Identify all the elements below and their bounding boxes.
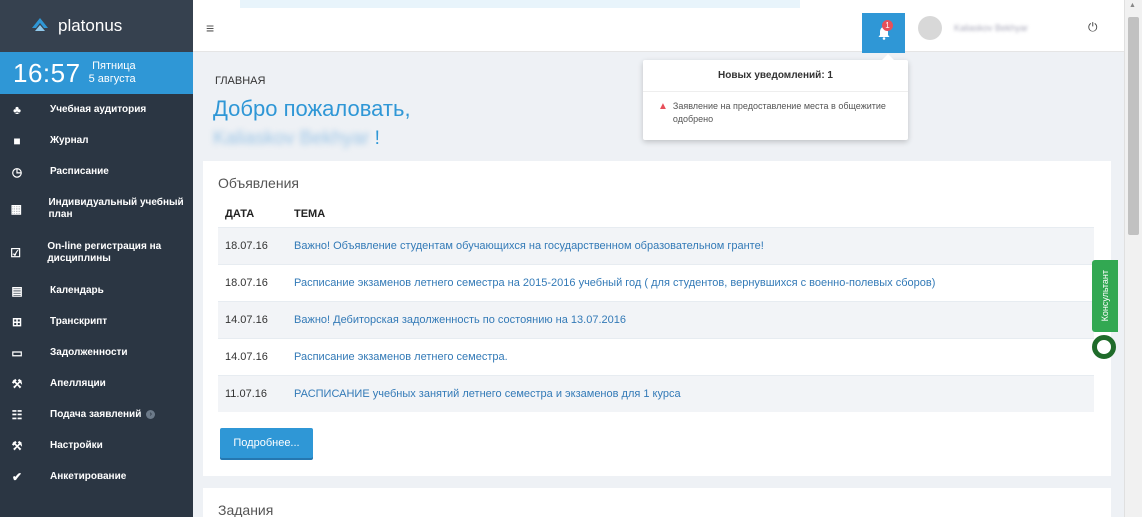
search-icon bbox=[1092, 335, 1116, 359]
dropdown-caret bbox=[882, 54, 894, 60]
gavel-icon: ⚒ bbox=[11, 376, 23, 391]
sidebar-item-label: Журнал bbox=[50, 134, 89, 146]
sidebar-item-individual-plan[interactable]: ▦ Индивидуальный учебный план bbox=[0, 187, 193, 231]
table-row: 18.07.16 Важно! Объявление студентам обу… bbox=[218, 226, 1094, 264]
sidebar-item-label: Анкетирование bbox=[50, 470, 127, 482]
checkbox-icon: ☑ bbox=[10, 246, 22, 260]
notification-text: Заявление на предоставление места в обще… bbox=[672, 101, 886, 124]
clock-time: 16:57 bbox=[13, 57, 81, 88]
table-icon: ⊞ bbox=[11, 314, 23, 329]
table-row: 18.07.16 Расписание экзаменов летнего се… bbox=[218, 263, 1094, 301]
sidebar-item-transcript[interactable]: ⊞ Транскрипт bbox=[0, 306, 193, 337]
row-date: 14.07.16 bbox=[218, 300, 287, 338]
sidebar-item-debts[interactable]: ▭ Задолженности bbox=[0, 337, 193, 368]
grid-icon: ▦ bbox=[10, 202, 22, 216]
announcements-panel: Объявления ДАТА ТЕМА 18.07.16 Важно! Объ… bbox=[203, 161, 1111, 476]
top-highlight bbox=[240, 0, 800, 8]
avatar bbox=[918, 16, 942, 40]
users-icon: ♣ bbox=[13, 102, 21, 117]
page-scrollbar[interactable]: ▲ bbox=[1124, 0, 1142, 517]
logout-icon[interactable]: ⏻ bbox=[1088, 20, 1098, 35]
tasks-title: Задания bbox=[218, 502, 274, 517]
user-name: Kaliaskov Bekhyar bbox=[954, 23, 1029, 33]
sidebar-item-label: Транскрипт bbox=[50, 315, 108, 327]
page-title: Добро пожаловать, bbox=[213, 96, 411, 121]
sidebar-item-calendar[interactable]: ▤ Календарь bbox=[0, 275, 193, 306]
row-date: 18.07.16 bbox=[218, 226, 287, 264]
sidebar-item-label: Индивидуальный учебный план bbox=[48, 197, 184, 220]
check-circle-icon: ✔ bbox=[11, 469, 23, 484]
scroll-thumb[interactable] bbox=[1128, 17, 1139, 235]
notifications-dropdown: Новых уведомлений: 1 ▲ Заявление на пред… bbox=[643, 54, 908, 140]
breadcrumb: ГЛАВНАЯ bbox=[215, 75, 266, 87]
row-date: 11.07.16 bbox=[218, 374, 287, 412]
sidebar-item-online-registration[interactable]: ☑ On-line регистрация на дисциплины bbox=[0, 231, 193, 275]
more-button[interactable]: Подробнее... bbox=[220, 428, 313, 458]
consultant-label: Консультант bbox=[1100, 270, 1110, 322]
sidebar-item-survey[interactable]: ✔ Анкетирование bbox=[0, 461, 193, 492]
tasks-panel: Задания bbox=[203, 488, 1111, 517]
welcome-user-name: Kaliaskov Bekhyar bbox=[213, 128, 370, 149]
table-row: 14.07.16 Важно! Дебиторская задолженност… bbox=[218, 300, 1094, 338]
consultant-tab[interactable]: Консультант bbox=[1092, 260, 1118, 332]
sidebar-nav: ♣ Учебная аудитория ■ Журнал ◷ Расписани… bbox=[0, 94, 193, 492]
book-icon: ■ bbox=[13, 133, 21, 148]
warning-icon: ▲ bbox=[658, 101, 668, 112]
wrench-icon: ⚒ bbox=[11, 438, 23, 453]
notifications-header: Новых уведомлений: 1 bbox=[643, 60, 908, 92]
sidebar-item-label: Расписание bbox=[50, 165, 109, 177]
sidebar-item-label: Календарь bbox=[50, 284, 104, 296]
user-menu[interactable]: Kaliaskov Bekhyar bbox=[918, 16, 1098, 40]
welcome-user: Kaliaskov Bekhyar ! bbox=[213, 128, 380, 150]
sidebar-item-appeals[interactable]: ⚒ Апелляции bbox=[0, 368, 193, 399]
table-row: 11.07.16 РАСПИСАНИЕ учебных занятий летн… bbox=[218, 374, 1094, 412]
announcements-table: ДАТА ТЕМА 18.07.16 Важно! Объявление сту… bbox=[218, 201, 1094, 412]
notification-item[interactable]: ▲ Заявление на предоставление места в об… bbox=[643, 92, 908, 126]
sidebar-item-settings[interactable]: ⚒ Настройки bbox=[0, 430, 193, 461]
sidebar-item-label: Подача заявлений bbox=[50, 408, 142, 420]
row-topic-link[interactable]: РАСПИСАНИЕ учебных занятий летнего семес… bbox=[287, 374, 1094, 412]
column-header-topic: ТЕМА bbox=[294, 207, 326, 220]
notifications-button[interactable]: 1 bbox=[862, 13, 905, 53]
menu-toggle-icon[interactable]: ≡ bbox=[206, 20, 214, 36]
notification-badge: 1 bbox=[882, 20, 893, 31]
sidebar-item-classroom[interactable]: ♣ Учебная аудитория bbox=[0, 94, 193, 125]
row-topic-link[interactable]: Расписание экзаменов летнего семестра на… bbox=[287, 263, 1094, 301]
row-topic-link[interactable]: Важно! Объявление студентам обучающихся … bbox=[287, 226, 1094, 264]
column-header-date: ДАТА bbox=[225, 207, 255, 220]
row-date: 18.07.16 bbox=[218, 263, 287, 301]
sidebar-item-journal[interactable]: ■ Журнал bbox=[0, 125, 193, 156]
row-topic-link[interactable]: Расписание экзаменов летнего семестра. bbox=[287, 337, 1094, 375]
clock: 16:57 Пятница 5 августа bbox=[0, 52, 193, 94]
sidebar-item-label: Задолженности bbox=[50, 346, 128, 358]
announcements-title: Объявления bbox=[218, 175, 299, 191]
platonus-logo-icon bbox=[32, 18, 48, 31]
sidebar-item-applications[interactable]: ☷ Подача заявлений › bbox=[0, 399, 193, 430]
clock-icon: ◷ bbox=[11, 164, 23, 179]
calendar-icon: ▤ bbox=[11, 283, 23, 298]
clock-weekday: Пятница bbox=[92, 60, 136, 72]
sidebar: platonus 16:57 Пятница 5 августа ♣ Учебн… bbox=[0, 0, 193, 517]
sidebar-item-label: On-line регистрация на дисциплины bbox=[47, 241, 162, 264]
file-icon: ☷ bbox=[11, 407, 23, 422]
sidebar-item-label: Апелляции bbox=[50, 377, 106, 389]
logo[interactable]: platonus bbox=[0, 0, 193, 52]
clock-day: 5 августа bbox=[88, 73, 136, 85]
chevron-right-icon: › bbox=[146, 410, 156, 419]
logo-text: platonus bbox=[58, 16, 123, 35]
inbox-icon: ▭ bbox=[11, 345, 23, 360]
row-topic-link[interactable]: Важно! Дебиторская задолженность по сост… bbox=[287, 300, 1094, 338]
sidebar-item-label: Учебная аудитория bbox=[50, 103, 147, 115]
consultant-widget[interactable]: Консультант bbox=[1090, 260, 1120, 360]
row-date: 14.07.16 bbox=[218, 337, 287, 375]
scroll-up-icon[interactable]: ▲ bbox=[1129, 2, 1136, 9]
welcome-suffix: ! bbox=[369, 128, 380, 149]
sidebar-item-label: Настройки bbox=[50, 439, 103, 451]
sidebar-item-schedule[interactable]: ◷ Расписание bbox=[0, 156, 193, 187]
table-row: 14.07.16 Расписание экзаменов летнего се… bbox=[218, 337, 1094, 375]
clock-date: Пятница 5 августа bbox=[89, 60, 136, 86]
